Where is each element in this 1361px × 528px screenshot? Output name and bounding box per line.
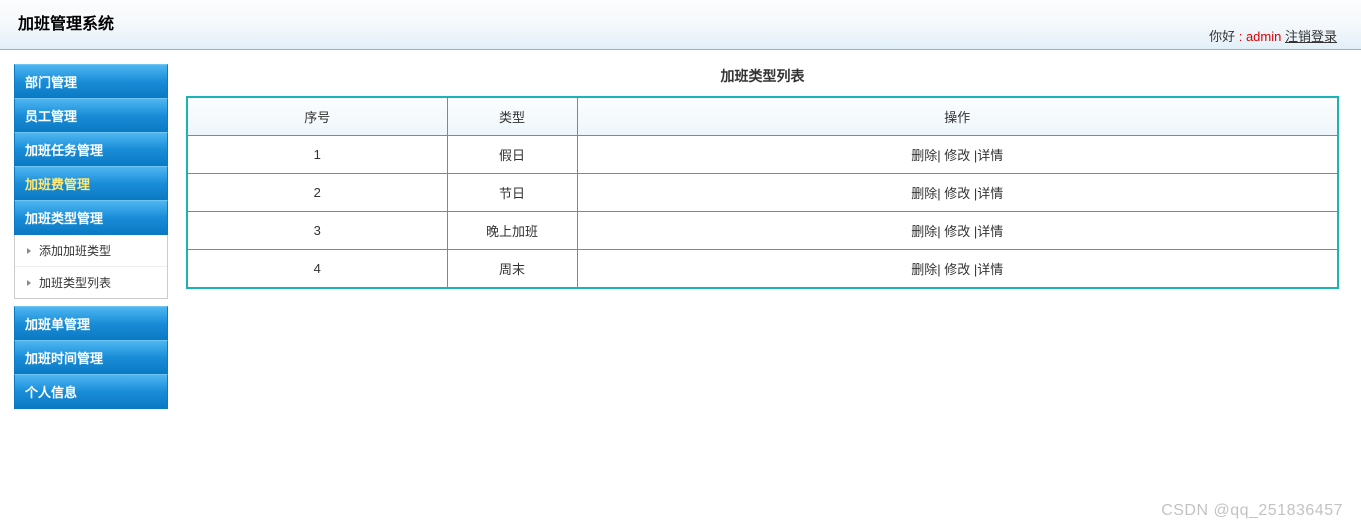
main-content: 加班类型列表 序号 类型 操作 1假日删除| 修改 |详情2节日删除| 修改 |…	[186, 64, 1339, 289]
sidebar-item-4[interactable]: 加班类型管理	[14, 200, 168, 235]
watermark: CSDN @qq_251836457	[1161, 502, 1343, 520]
logout-link[interactable]: 注销登录	[1285, 29, 1337, 44]
delete-link[interactable]: 删除	[911, 186, 937, 201]
edit-link[interactable]: 修改	[944, 148, 970, 163]
cell-type: 周末	[447, 250, 577, 289]
table-row: 3晚上加班删除| 修改 |详情	[187, 212, 1338, 250]
delete-link[interactable]: 删除	[911, 262, 937, 277]
cell-seq: 1	[187, 136, 447, 174]
cell-ops: 删除| 修改 |详情	[577, 212, 1338, 250]
cell-seq: 3	[187, 212, 447, 250]
sidebar: 部门管理员工管理加班任务管理加班费管理加班类型管理添加加班类型加班类型列表加班单…	[14, 64, 168, 409]
greeting-text: 你好	[1209, 29, 1235, 44]
detail-link[interactable]: 详情	[977, 148, 1003, 163]
edit-link[interactable]: 修改	[944, 262, 970, 277]
cell-ops: 删除| 修改 |详情	[577, 174, 1338, 212]
cell-type: 节日	[447, 174, 577, 212]
cell-seq: 4	[187, 250, 447, 289]
table-header-row: 序号 类型 操作	[187, 97, 1338, 136]
sidebar-submenu: 添加加班类型加班类型列表	[14, 235, 168, 299]
sidebar-item-0[interactable]: 部门管理	[14, 64, 168, 99]
greeting-colon: :	[1235, 29, 1246, 44]
overtime-type-table: 序号 类型 操作 1假日删除| 修改 |详情2节日删除| 修改 |详情3晚上加班…	[186, 96, 1339, 289]
sidebar-subitem-4-1[interactable]: 加班类型列表	[15, 266, 167, 298]
username: admin	[1246, 29, 1281, 44]
cell-ops: 删除| 修改 |详情	[577, 136, 1338, 174]
content-title: 加班类型列表	[186, 64, 1339, 96]
app-title: 加班管理系统	[0, 4, 114, 34]
detail-link[interactable]: 详情	[977, 224, 1003, 239]
edit-link[interactable]: 修改	[944, 224, 970, 239]
cell-ops: 删除| 修改 |详情	[577, 250, 1338, 289]
table-row: 4周末删除| 修改 |详情	[187, 250, 1338, 289]
sidebar-item-2[interactable]: 加班任务管理	[14, 132, 168, 167]
edit-link[interactable]: 修改	[944, 186, 970, 201]
cell-seq: 2	[187, 174, 447, 212]
sidebar-item-7[interactable]: 个人信息	[14, 374, 168, 409]
table-row: 1假日删除| 修改 |详情	[187, 136, 1338, 174]
detail-link[interactable]: 详情	[977, 186, 1003, 201]
table-row: 2节日删除| 修改 |详情	[187, 174, 1338, 212]
header-bar: 加班管理系统 你好 : admin 注销登录	[0, 0, 1361, 50]
col-header-ops: 操作	[577, 97, 1338, 136]
col-header-type: 类型	[447, 97, 577, 136]
sidebar-item-5[interactable]: 加班单管理	[14, 306, 168, 341]
sidebar-item-1[interactable]: 员工管理	[14, 98, 168, 133]
header-user-area: 你好 : admin 注销登录	[1209, 26, 1337, 45]
sidebar-item-3[interactable]: 加班费管理	[14, 166, 168, 201]
delete-link[interactable]: 删除	[911, 148, 937, 163]
detail-link[interactable]: 详情	[977, 262, 1003, 277]
delete-link[interactable]: 删除	[911, 224, 937, 239]
sidebar-item-6[interactable]: 加班时间管理	[14, 340, 168, 375]
col-header-seq: 序号	[187, 97, 447, 136]
cell-type: 晚上加班	[447, 212, 577, 250]
cell-type: 假日	[447, 136, 577, 174]
sidebar-subitem-4-0[interactable]: 添加加班类型	[15, 235, 167, 266]
